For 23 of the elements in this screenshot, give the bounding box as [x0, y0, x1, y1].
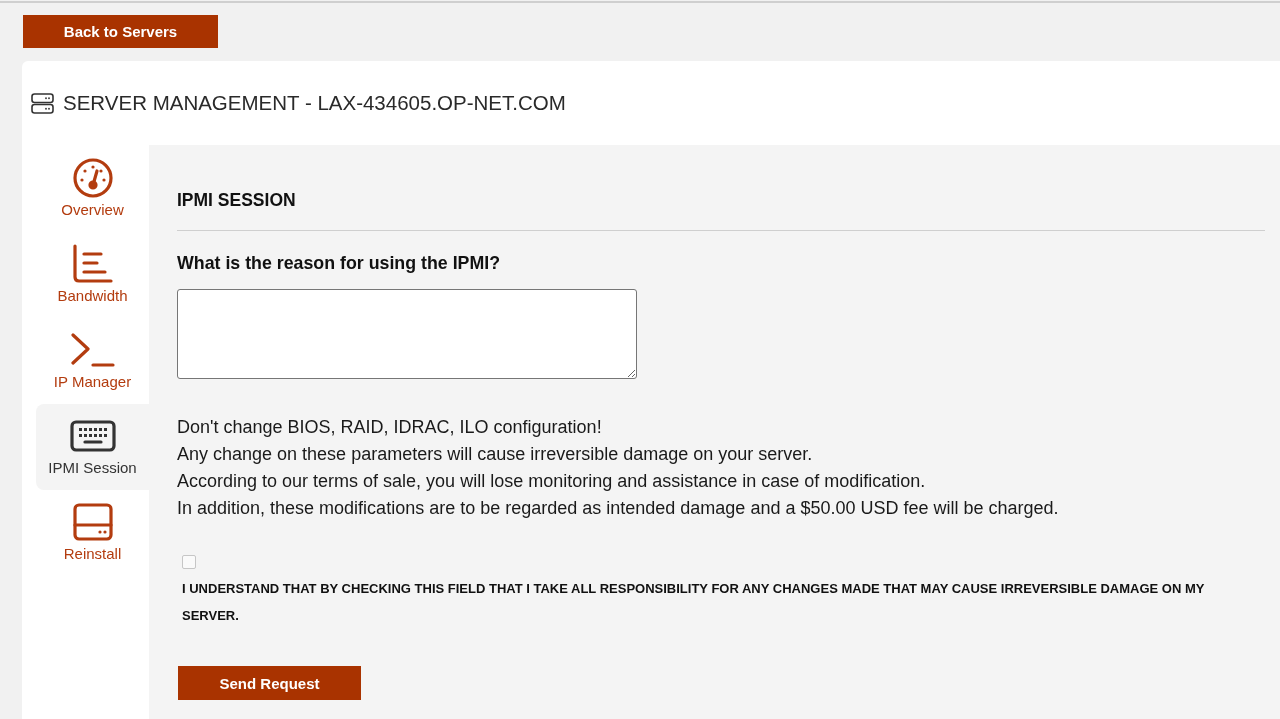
bar-lines-icon — [72, 244, 113, 284]
question-label: What is the reason for using the IPMI? — [177, 252, 501, 275]
send-request-button[interactable]: Send Request — [178, 666, 361, 700]
warning-text: Any change on these parameters will cause irreversible damage on your server. — [177, 443, 814, 466]
reason-textarea[interactable] — [177, 289, 637, 379]
section-title: IPMI SESSION — [177, 189, 296, 212]
back-button[interactable]: Back to Servers — [23, 15, 218, 48]
consent-label: I UNDERSTAND THAT BY CHECKING THIS FIELD THAT I TAKE ALL RESPONSIBILITY FOR ANY CHANGES MADE THAT MAY CAUSE IRREVERSIBLE DAMAGE ON MY SERVER. — [182, 580, 1206, 625]
terminal-prompt-icon — [70, 333, 115, 367]
page-title: SERVER MANAGEMENT - LAX-434605.OP-NET.COM — [63, 90, 566, 116]
sidebar-item[interactable]: Bandwidth — [36, 232, 149, 318]
gauge-icon — [72, 158, 113, 198]
warning-text: In addition, these modifications are to be regarded as intended damage and a $50.00 USD fee will be charged. — [177, 497, 1059, 520]
sidebar-item[interactable]: IPMI Session — [36, 404, 149, 490]
server-icon — [31, 92, 54, 114]
consent-checkbox[interactable] — [182, 555, 196, 569]
warning-text: Don't change BIOS, RAID, IDRAC, ILO configuration! — [177, 416, 603, 439]
sidebar-item[interactable]: Reinstall — [36, 490, 149, 576]
sidebar-item[interactable]: IP Manager — [36, 318, 149, 404]
drive-icon — [72, 503, 113, 541]
keyboard-icon — [69, 420, 116, 452]
sidebar-item[interactable]: Overview — [36, 146, 149, 232]
warning-text: According to our terms of sale, you will lose monitoring and assistance in case of modification. — [177, 470, 927, 493]
